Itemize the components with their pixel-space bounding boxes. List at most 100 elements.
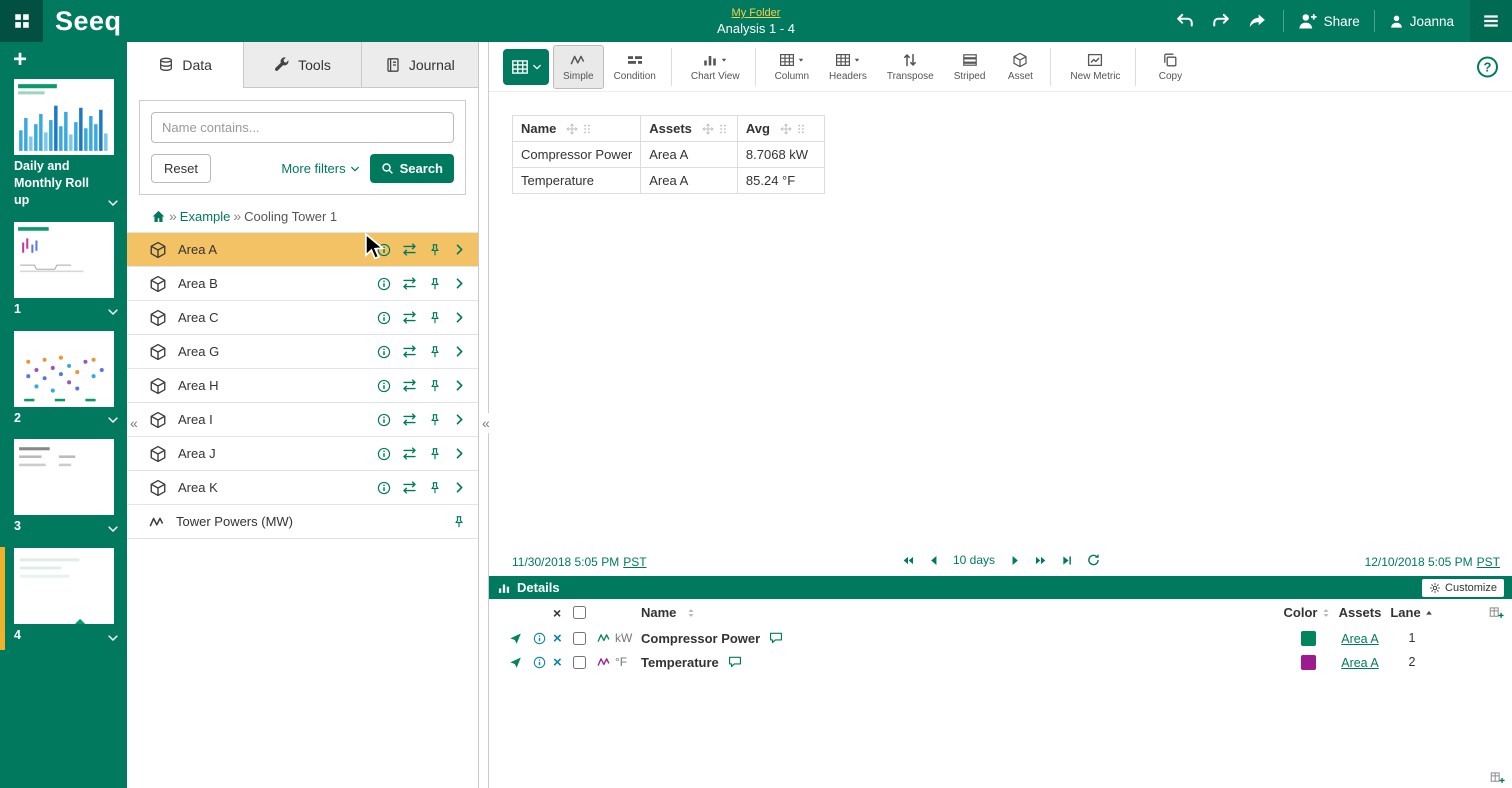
color-swatch[interactable] xyxy=(1301,631,1316,646)
swap-icon[interactable] xyxy=(402,276,417,291)
asset-link[interactable]: Area A xyxy=(1341,656,1379,670)
chevron-down-icon[interactable] xyxy=(107,632,119,644)
row-checkbox[interactable] xyxy=(573,656,586,669)
move-column-icon[interactable] xyxy=(566,123,578,135)
redo-icon[interactable] xyxy=(1212,12,1230,30)
summary-header-avg[interactable]: Avg xyxy=(737,116,824,142)
toolbar-button-condition[interactable]: Condition xyxy=(604,45,666,89)
worksheet-thumbnail[interactable] xyxy=(14,331,114,407)
toolbar-button-asset[interactable]: Asset xyxy=(995,45,1045,89)
pin-icon[interactable] xyxy=(428,379,442,393)
my-folder-link[interactable]: My Folder xyxy=(732,7,781,19)
worksheet-item-5-selected[interactable]: 4 xyxy=(0,543,127,652)
worksheet-item-2[interactable]: 1 xyxy=(0,217,127,326)
info-icon[interactable] xyxy=(377,345,391,359)
info-icon[interactable] xyxy=(533,632,546,645)
info-icon[interactable] xyxy=(377,311,391,325)
swap-icon[interactable] xyxy=(402,446,417,461)
toolbar-button-new-metric[interactable]: New Metric xyxy=(1060,45,1130,89)
color-swatch[interactable] xyxy=(1301,655,1316,670)
info-icon[interactable] xyxy=(377,447,391,461)
details-header-lane[interactable]: Lane xyxy=(1390,605,1420,620)
toolbar-button-transpose[interactable]: Transpose xyxy=(877,45,944,89)
remove-icon[interactable]: × xyxy=(553,631,562,646)
sort-ascending-icon[interactable] xyxy=(1424,608,1434,618)
chevron-right-icon[interactable] xyxy=(453,413,466,426)
summary-header-name[interactable]: Name xyxy=(513,116,641,142)
comment-icon[interactable] xyxy=(769,631,783,645)
info-icon[interactable] xyxy=(377,379,391,393)
chevron-right-icon[interactable] xyxy=(453,345,466,358)
remove-icon[interactable]: × xyxy=(553,655,562,670)
worksheet-thumbnail[interactable] xyxy=(14,439,114,515)
drag-grip-icon[interactable] xyxy=(581,123,593,135)
chevron-right-icon[interactable] xyxy=(453,447,466,460)
add-column-icon[interactable] xyxy=(1489,605,1504,620)
range-start[interactable]: 11/30/2018 5:05 PM PST xyxy=(512,555,647,569)
duration-label[interactable]: 10 days xyxy=(953,553,995,567)
step-back-icon[interactable] xyxy=(927,554,940,567)
chevron-right-icon[interactable] xyxy=(453,481,466,494)
collapse-sidebar-handle[interactable]: « xyxy=(128,413,140,433)
toolbar-button-copy[interactable]: Copy xyxy=(1145,45,1195,89)
worksheet-item-3[interactable]: 2 xyxy=(0,326,127,435)
step-forward-icon[interactable] xyxy=(1008,554,1021,567)
move-column-icon[interactable] xyxy=(780,123,792,135)
toolbar-button-headers[interactable]: Headers xyxy=(819,45,877,89)
share-button[interactable]: Share xyxy=(1298,11,1360,31)
collapse-data-panel-handle[interactable]: « xyxy=(480,413,492,433)
refresh-icon[interactable] xyxy=(1086,553,1100,567)
pin-icon[interactable] xyxy=(428,481,442,495)
pin-icon[interactable] xyxy=(428,311,442,325)
pin-icon[interactable] xyxy=(428,277,442,291)
search-button[interactable]: Search xyxy=(370,154,454,183)
forward-share-icon[interactable] xyxy=(1248,12,1266,30)
chevron-down-icon[interactable] xyxy=(107,197,119,209)
move-column-icon[interactable] xyxy=(702,123,714,135)
swap-icon[interactable] xyxy=(402,480,417,495)
more-filters-link[interactable]: More filters xyxy=(281,161,359,176)
worksheet-thumbnail[interactable] xyxy=(14,548,114,624)
range-end[interactable]: 12/10/2018 5:05 PM PST xyxy=(1365,555,1500,569)
chevron-right-icon[interactable] xyxy=(453,277,466,290)
drag-grip-icon[interactable] xyxy=(717,123,729,135)
summary-header-assets[interactable]: Assets xyxy=(641,116,738,142)
swap-icon[interactable] xyxy=(402,242,417,257)
chevron-right-icon[interactable] xyxy=(453,311,466,324)
details-header-color[interactable]: Color xyxy=(1284,605,1318,620)
drag-grip-icon[interactable] xyxy=(795,123,807,135)
asset-row-area-i[interactable]: Area I xyxy=(127,403,478,437)
details-header-assets[interactable]: Assets xyxy=(1334,605,1386,620)
details-row-temperature[interactable]: × °F Temperature Area A 2 xyxy=(489,650,1512,674)
asset-row-area-k[interactable]: Area K xyxy=(127,471,478,505)
info-icon[interactable] xyxy=(377,413,391,427)
asset-link[interactable]: Area A xyxy=(1341,632,1379,646)
details-header-name[interactable]: Name xyxy=(641,605,676,620)
hamburger-menu-button[interactable] xyxy=(1470,0,1512,42)
add-worksheet-button[interactable]: + xyxy=(0,42,34,74)
toolbar-button-column[interactable]: Column xyxy=(765,45,819,89)
step-to-end-icon[interactable] xyxy=(1060,554,1073,567)
worksheet-item-4[interactable]: 3 xyxy=(0,434,127,543)
add-column-icon[interactable] xyxy=(1490,770,1505,785)
chevron-down-icon[interactable] xyxy=(107,523,119,535)
help-icon[interactable]: ? xyxy=(1477,56,1498,77)
apps-menu-button[interactable] xyxy=(0,0,43,42)
asset-row-area-b[interactable]: Area B xyxy=(127,267,478,301)
pin-icon[interactable] xyxy=(428,447,442,461)
view-selector-dropdown[interactable] xyxy=(503,49,549,85)
navigate-icon[interactable] xyxy=(509,656,522,669)
asset-row-area-h[interactable]: Area H xyxy=(127,369,478,403)
step-back-full-icon[interactable] xyxy=(901,554,914,567)
signal-row-tower-powers[interactable]: Tower Powers (MW) xyxy=(127,505,478,539)
chevron-right-icon[interactable] xyxy=(453,243,466,256)
swap-icon[interactable] xyxy=(402,344,417,359)
undo-icon[interactable] xyxy=(1176,12,1194,30)
sort-icon[interactable] xyxy=(685,607,697,619)
tab-data[interactable]: Data xyxy=(127,42,244,87)
chevron-right-icon[interactable] xyxy=(453,379,466,392)
asset-row-area-a[interactable]: Area A xyxy=(127,233,478,267)
details-row-compressor-power[interactable]: × kW Compressor Power Area A 1 xyxy=(489,626,1512,650)
chevron-down-icon[interactable] xyxy=(107,414,119,426)
breadcrumb-example[interactable]: Example xyxy=(180,209,231,224)
